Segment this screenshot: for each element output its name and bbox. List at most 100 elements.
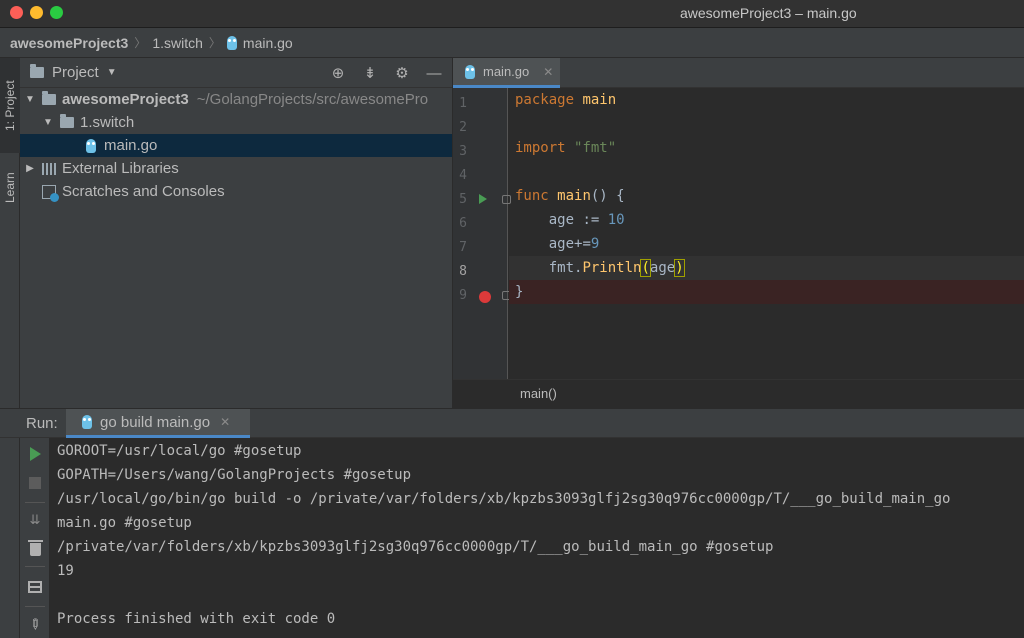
toolbar-divider [25,566,45,567]
minimize-window-button[interactable] [30,6,43,19]
chevron-down-icon[interactable]: ▼ [24,94,36,105]
play-icon [29,447,41,461]
line-number: 6 [459,216,467,231]
stop-icon [29,477,41,489]
console-line: /usr/local/go/bin/go build -o /private/v… [57,491,951,507]
console-line: 19 [57,563,74,579]
editor-tab-label: main.go [483,64,530,79]
close-icon[interactable]: ✕ [543,65,553,79]
line-number: 4 [459,168,467,183]
breadcrumb-file[interactable]: main.go [243,35,293,51]
code-line-7: age+=9 [509,232,1024,256]
code-line-1: package main [509,88,1024,112]
project-panel-header: Project ▼ ⊕ ⇟ ⚙ — [20,58,452,88]
project-panel-toolbar: ⊕ ⇟ ⚙ — [328,63,444,83]
code-line-5: func main() { [509,184,1024,208]
code-editor: main.go ✕ 1 2 3 4 5 6 7 8 9 package main… [453,58,1024,408]
collapse-all-icon[interactable]: ⇟ [360,63,380,83]
editor-tab-main-go[interactable]: main.go ✕ [453,58,560,88]
tree-item-file[interactable]: main.go [20,134,452,157]
close-icon[interactable]: ✕ [220,415,230,429]
go-file-icon [226,35,237,50]
folder-icon [60,114,74,128]
console-line: Process finished with exit code 0 [57,611,336,627]
zoom-window-button[interactable] [50,6,63,19]
code-token: age [548,212,575,228]
layout-button[interactable] [27,579,43,595]
stop-button[interactable] [27,475,43,491]
tree-external-libraries-label: External Libraries [62,160,179,177]
close-window-button[interactable] [10,6,23,19]
code-line-3: import "fmt" [509,136,1024,160]
console-line: main.go #gosetup [57,515,192,531]
run-gutter-icon[interactable] [479,194,487,204]
run-tab[interactable]: go build main.go ✕ [66,409,250,438]
code-token: main [557,188,591,204]
learn-tool-tab-label: Learn [3,172,17,204]
learn-tool-tab[interactable]: Learn [0,158,20,218]
project-view-icon [30,64,44,78]
title-bar: awesomeProject3 – main.go [0,0,1024,28]
breakpoint-icon[interactable] [479,291,491,303]
tree-item-folder[interactable]: ▼ 1.switch [20,111,452,134]
code-token: := [574,212,608,228]
text-caret [683,260,685,276]
tree-item-root[interactable]: ▼ awesomeProject3 ~/GolangProjects/src/a… [20,88,452,111]
hide-panel-icon[interactable]: — [424,63,444,83]
run-console[interactable]: GOROOT=/usr/local/go #gosetup GOPATH=/Us… [50,438,1024,638]
run-toolbar: ⇊ ✎ [20,438,50,638]
code-token: age [548,236,575,252]
line-number: 3 [459,144,467,159]
code-line-6: age := 10 [509,208,1024,232]
code-token: 10 [607,212,625,228]
layout-icon [28,581,42,593]
breadcrumb-project[interactable]: awesomeProject3 [10,35,128,51]
scroll-to-end-icon: ⇊ [29,512,41,527]
pin-tab-button[interactable]: ✎ [25,613,46,634]
editor-gutter[interactable]: 1 2 3 4 5 6 7 8 9 [453,88,511,379]
line-number: 5 [459,192,467,207]
run-panel-label: Run: [26,415,58,432]
go-file-icon [86,138,96,153]
folder-icon [42,91,56,105]
project-panel-title[interactable]: Project [52,64,99,81]
rerun-button[interactable] [27,446,43,462]
code-token: } [515,284,524,300]
go-file-icon [82,415,92,429]
line-number: 8 [459,264,467,279]
scroll-to-end-button[interactable]: ⇊ [27,512,43,528]
pin-icon: ✎ [25,613,46,634]
code-token: fmt [548,260,575,276]
chevron-right-icon[interactable]: ▶ [24,163,36,174]
left-tool-strip: 1: Project Learn [0,58,20,408]
code-token: Println [582,260,642,276]
library-icon [42,162,56,175]
tree-root-name: awesomeProject3 [62,91,189,108]
breadcrumb-folder[interactable]: 1.switch [152,35,203,51]
code-line-8: fmt.Println(age) [509,256,1024,280]
tree-file-name: main.go [104,137,158,154]
clear-output-button[interactable] [27,539,43,557]
gear-icon[interactable]: ⚙ [392,63,412,83]
run-panel-header: Run: go build main.go ✕ [0,408,1024,438]
code-token: "fmt" [574,140,617,156]
editor-breadcrumb-context[interactable]: main() [453,379,1024,408]
line-number: 7 [459,240,467,255]
code-area[interactable]: package main import "fmt" func main() { … [509,88,1024,379]
project-tool-tab[interactable]: 1: Project [0,58,20,153]
locate-file-icon[interactable]: ⊕ [328,63,348,83]
code-token: age [649,260,676,276]
tree-item-external-libraries[interactable]: ▶ External Libraries [20,157,452,180]
run-tab-label: go build main.go [100,413,211,431]
code-token: 9 [590,236,600,252]
console-line: /private/var/folders/xb/kpzbs3093glfj2sg… [57,539,774,555]
breadcrumb: awesomeProject3 〉 1.switch 〉 main.go [0,28,1024,58]
line-number: 2 [459,120,467,135]
tree-root-path: ~/GolangProjects/src/awesomePro [196,91,429,108]
console-line: GOROOT=/usr/local/go #gosetup [57,443,302,459]
code-token: ) [674,259,685,277]
tree-item-scratches[interactable]: Scratches and Consoles [20,180,452,203]
code-line-9: } [509,280,1024,304]
chevron-down-icon[interactable]: ▼ [42,117,54,128]
chevron-down-icon[interactable]: ▼ [107,67,117,78]
